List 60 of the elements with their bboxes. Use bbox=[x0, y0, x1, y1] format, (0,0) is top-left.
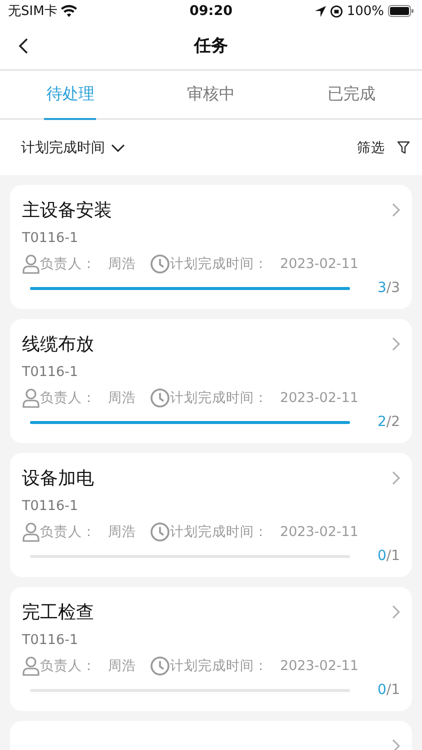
battery-percent: 100% bbox=[346, 4, 384, 18]
chevron-right-icon bbox=[392, 739, 400, 750]
due-date: 2023-02-11 bbox=[280, 390, 358, 406]
owner-label: 负责人： bbox=[40, 523, 96, 541]
clock-icon bbox=[150, 388, 170, 408]
owner-name: 周浩 bbox=[108, 255, 136, 273]
owner-name: 周浩 bbox=[108, 389, 136, 407]
due-date: 2023-02-11 bbox=[280, 524, 358, 540]
owner-label: 负责人： bbox=[40, 657, 96, 675]
task-code: T0116-1 bbox=[22, 497, 80, 515]
owner-name: 周浩 bbox=[108, 523, 136, 541]
location-icon bbox=[314, 6, 326, 16]
clock-time: 09:20 bbox=[190, 3, 232, 19]
due-label: 计划完成时间： bbox=[170, 523, 268, 541]
owner-label: 负责人： bbox=[40, 389, 96, 407]
person-icon bbox=[22, 522, 40, 542]
carrier-label: 无SIM卡 bbox=[8, 3, 58, 20]
chevron-right-icon bbox=[392, 337, 400, 351]
person-icon bbox=[22, 388, 40, 408]
wifi-icon bbox=[61, 5, 78, 17]
filter-icon[interactable] bbox=[397, 141, 410, 154]
progress-count: 0/1 bbox=[377, 548, 400, 564]
task-card[interactable]: 完工检查 T0116-1 负责人： 周浩 计划完成时间： 2023-02-11 0/1 bbox=[10, 587, 412, 711]
due-label: 计划完成时间： bbox=[170, 389, 268, 407]
task-card[interactable]: 线缆布放 T0116-1 负责人： 周浩 计划完成时间： 2023-02-11 2/2 bbox=[10, 319, 412, 443]
due-label: 计划完成时间： bbox=[170, 657, 268, 675]
progress-count: 3/3 bbox=[377, 280, 400, 296]
tab[interactable]: 已完成 bbox=[326, 71, 378, 120]
person-icon bbox=[22, 656, 40, 676]
due-label: 计划完成时间： bbox=[170, 255, 268, 273]
filter-button[interactable]: 筛选 bbox=[357, 138, 385, 156]
task-title: 主设备安装 bbox=[22, 199, 112, 222]
clock-icon bbox=[150, 522, 170, 542]
owner-name: 周浩 bbox=[108, 657, 136, 675]
progress-count: 2/2 bbox=[377, 414, 400, 430]
task-title: 完工检查 bbox=[22, 601, 94, 624]
task-code: T0116-1 bbox=[22, 363, 80, 381]
chevron-right-icon bbox=[392, 471, 400, 485]
task-code: T0116-1 bbox=[22, 631, 80, 649]
tab[interactable]: 审核中 bbox=[185, 71, 237, 120]
due-date: 2023-02-11 bbox=[280, 658, 358, 674]
person-icon bbox=[22, 254, 40, 274]
task-title: 设备加电 bbox=[22, 467, 94, 490]
page-title: 任务 bbox=[194, 35, 228, 57]
battery-icon bbox=[388, 5, 414, 17]
chevron-right-icon bbox=[392, 605, 400, 619]
rotation-lock-icon bbox=[330, 4, 343, 18]
clock-icon bbox=[150, 254, 170, 274]
progress-count: 0/1 bbox=[377, 682, 400, 698]
chevron-right-icon bbox=[392, 203, 400, 217]
task-card[interactable]: 主设备安装 T0116-1 负责人： 周浩 计划完成时间： 2023-02-11 3/3 bbox=[10, 185, 412, 309]
task-code: T0116-1 bbox=[22, 229, 80, 247]
task-card[interactable]: 设备加电 T0116-1 负责人： 周浩 计划完成时间： 2023-02-11 0/1 bbox=[10, 453, 412, 577]
chevron-down-icon[interactable] bbox=[111, 144, 125, 152]
back-icon[interactable] bbox=[18, 38, 28, 54]
owner-label: 负责人： bbox=[40, 255, 96, 273]
task-title: 线缆布放 bbox=[22, 333, 94, 356]
sort-dropdown[interactable]: 计划完成时间 bbox=[21, 138, 105, 156]
clock-icon bbox=[150, 656, 170, 676]
due-date: 2023-02-11 bbox=[280, 256, 358, 272]
